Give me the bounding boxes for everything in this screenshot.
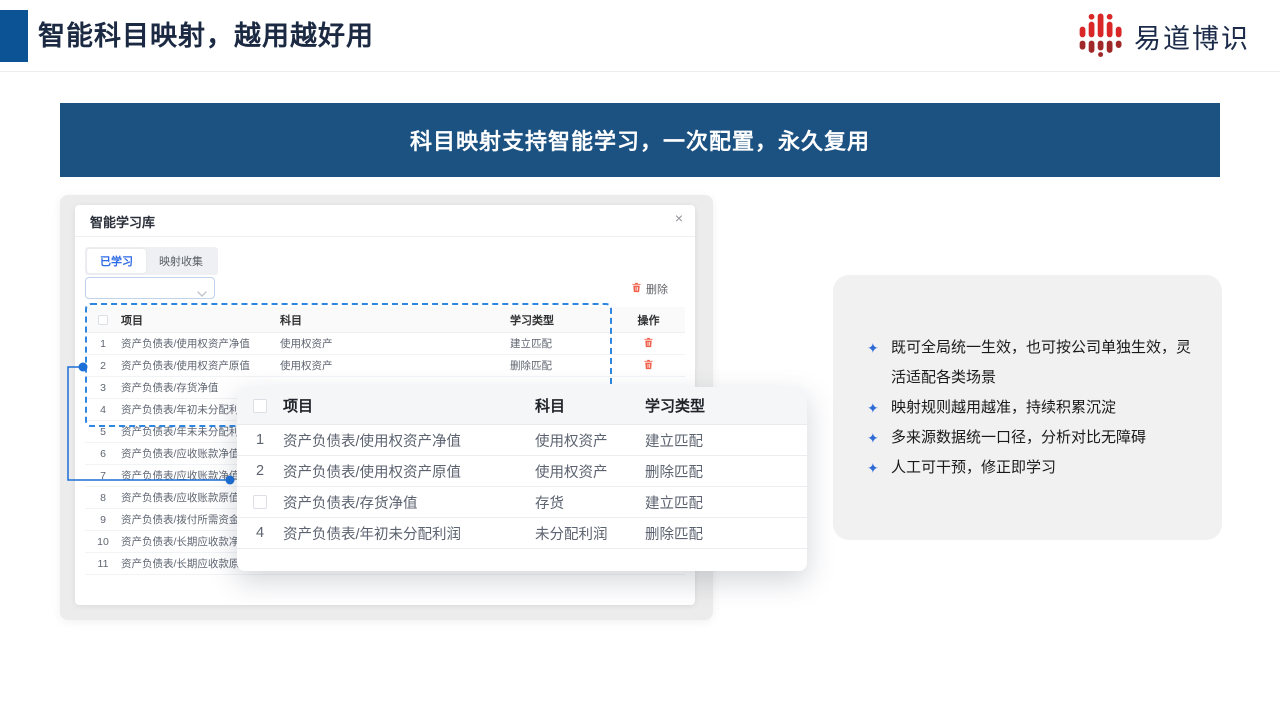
page-title: 智能科目映射，越用越好用 bbox=[38, 0, 374, 72]
delete-label: 删除 bbox=[646, 281, 668, 297]
title-accent-block bbox=[0, 10, 28, 62]
section-banner: 科目映射支持智能学习，一次配置，永久复用 bbox=[60, 103, 1220, 177]
tab-learned[interactable]: 已学习 bbox=[87, 249, 146, 273]
col-item: 项目 bbox=[121, 312, 280, 328]
feature-bullet: ✦ 既可全局统一生效，也可按公司单独生效，灵活适配各类场景 bbox=[867, 333, 1194, 393]
star-icon: ✦ bbox=[867, 333, 891, 363]
trash-icon[interactable] bbox=[643, 359, 654, 373]
row-checkbox[interactable] bbox=[253, 495, 267, 509]
feature-bullet: ✦ 人工可干预，修正即学习 bbox=[867, 453, 1194, 483]
chevron-down-icon bbox=[197, 285, 207, 303]
table-row: 2 资产负债表/使用权资产原值 使用权资产 删除匹配 bbox=[85, 355, 685, 377]
select-all-checkbox[interactable] bbox=[253, 399, 267, 413]
col-subject: 科目 bbox=[535, 395, 645, 416]
col-subject: 科目 bbox=[280, 312, 510, 328]
page: 智能科目映射，越用越好用 bbox=[0, 0, 1280, 720]
tab-mapping-collect[interactable]: 映射收集 bbox=[146, 249, 216, 273]
delete-button[interactable]: 删除 bbox=[631, 281, 668, 297]
star-icon: ✦ bbox=[867, 393, 891, 423]
col-action: 操作 bbox=[612, 312, 685, 328]
page-header: 智能科目映射，越用越好用 bbox=[0, 0, 1280, 72]
feature-bullet: ✦ 多来源数据统一口径，分析对比无障碍 bbox=[867, 423, 1194, 453]
trash-icon bbox=[631, 282, 642, 296]
dialog-title: 智能学习库 bbox=[90, 212, 155, 231]
popup-row: 4 资产负债表/年初未分配利润 未分配利润 删除匹配 bbox=[237, 518, 807, 549]
feature-panel: ✦ 既可全局统一生效，也可按公司单独生效，灵活适配各类场景 ✦ 映射规则越用越准… bbox=[833, 275, 1222, 540]
col-type: 学习类型 bbox=[510, 312, 612, 328]
col-item: 项目 bbox=[283, 395, 535, 416]
popup-row: 资产负债表/存货净值 存货 建立匹配 bbox=[237, 487, 807, 518]
col-type: 学习类型 bbox=[645, 395, 807, 416]
star-icon: ✦ bbox=[867, 453, 891, 483]
banner-text: 科目映射支持智能学习，一次配置，永久复用 bbox=[410, 124, 870, 156]
filter-select[interactable] bbox=[85, 277, 215, 299]
popup-header-row: 项目 科目 学习类型 bbox=[237, 387, 807, 425]
feature-bullet: ✦ 映射规则越用越准，持续积累沉淀 bbox=[867, 393, 1194, 423]
popup-row: 1 资产负债表/使用权资产净值 使用权资产 建立匹配 bbox=[237, 425, 807, 456]
select-all-checkbox[interactable] bbox=[98, 315, 108, 325]
company-logo: 易道博识 bbox=[1078, 10, 1250, 62]
table-header-row: 项目 科目 学习类型 操作 bbox=[85, 307, 685, 333]
logo-text: 易道博识 bbox=[1134, 17, 1250, 56]
close-icon[interactable]: × bbox=[675, 211, 683, 225]
divider bbox=[75, 236, 695, 237]
star-icon: ✦ bbox=[867, 423, 891, 453]
popup-row: 2 资产负债表/使用权资产原值 使用权资产 删除匹配 bbox=[237, 456, 807, 487]
dialog-tabbar: 已学习 映射收集 bbox=[85, 247, 218, 275]
logo-icon bbox=[1078, 11, 1124, 62]
table-row: 1 资产负债表/使用权资产净值 使用权资产 建立匹配 bbox=[85, 333, 685, 355]
trash-icon[interactable] bbox=[643, 337, 654, 351]
zoomed-table-popup: 项目 科目 学习类型 1 资产负债表/使用权资产净值 使用权资产 建立匹配 2 … bbox=[237, 387, 807, 571]
